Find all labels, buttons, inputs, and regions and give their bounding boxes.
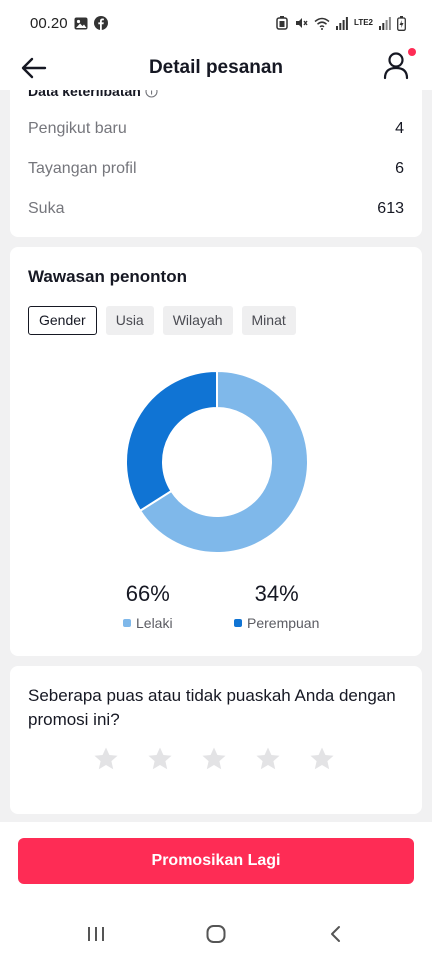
system-nav-bar (0, 912, 432, 956)
audience-card: Wawasan penonton Gender Usia Wilayah Min… (10, 247, 422, 656)
metric-label: Suka (28, 200, 65, 217)
legend-female: 34% Perempuan (234, 581, 319, 631)
star-rating (93, 746, 335, 772)
status-left: 00.20 (30, 15, 108, 32)
mute-icon (296, 18, 308, 28)
status-time: 00.20 (30, 14, 68, 32)
engagement-title: Data keterlibatan (28, 90, 141, 99)
profile-button[interactable] (382, 48, 416, 84)
tab-wilayah[interactable]: Wilayah (162, 306, 233, 335)
rating-question: Seberapa puas atau tidak puaskah Anda de… (28, 686, 396, 729)
bottom-area: Promosikan Lagi (0, 822, 432, 960)
battery-icon (397, 15, 406, 31)
female-label: Perempuan (247, 615, 320, 631)
status-right: LTE2 (276, 15, 406, 31)
recent-apps-icon[interactable] (86, 922, 106, 946)
male-legend-key: Lelaki (123, 615, 173, 631)
metric-label: Pengikut baru (28, 120, 127, 137)
signal-icon-2 (379, 16, 391, 30)
star-icon[interactable] (309, 746, 335, 772)
back-arrow-icon[interactable] (18, 52, 50, 84)
star-icon[interactable] (93, 746, 119, 772)
male-label: Lelaki (136, 615, 173, 631)
gender-donut-chart (125, 370, 309, 554)
tab-usia[interactable]: Usia (105, 306, 154, 335)
signal-icon (336, 16, 348, 30)
network-label: LTE2 (354, 18, 373, 27)
male-swatch (123, 619, 131, 627)
metric-value: 4 (395, 120, 404, 137)
audience-title: Wawasan penonton (28, 267, 187, 286)
tab-gender[interactable]: Gender (28, 306, 97, 335)
home-icon[interactable] (204, 922, 228, 946)
engagement-header: Data keterlibatan (28, 90, 158, 99)
donut-slice-perempuan (125, 370, 218, 513)
rating-card: Seberapa puas atau tidak puaskah Anda de… (10, 666, 422, 814)
promote-again-button[interactable]: Promosikan Lagi (18, 838, 414, 884)
nav-back-icon[interactable] (326, 922, 346, 946)
metric-row: Pengikut baru 4 (28, 120, 404, 138)
wifi-icon (314, 17, 330, 30)
notification-dot (408, 48, 416, 56)
legend-male: 66% Lelaki (123, 581, 173, 631)
female-percent: 34% (254, 581, 299, 606)
star-icon[interactable] (255, 746, 281, 772)
info-icon[interactable] (145, 90, 158, 98)
page-title: Detail pesanan (148, 57, 284, 78)
metric-label: Tayangan profil (28, 160, 137, 177)
metric-value: 613 (377, 200, 404, 217)
gallery-icon (74, 17, 88, 29)
status-bar: 00.20 LTE2 (0, 0, 432, 46)
battery-saver-icon (276, 16, 288, 30)
metric-row: Tayangan profil 6 (28, 160, 404, 178)
tab-minat[interactable]: Minat (241, 306, 296, 335)
facebook-icon (93, 16, 108, 30)
male-percent: 66% (125, 581, 170, 606)
metric-value: 6 (395, 160, 404, 177)
header: Detail pesanan (0, 46, 432, 90)
female-swatch (234, 619, 242, 627)
audience-tabs: Gender Usia Wilayah Minat (28, 306, 296, 335)
female-legend-key: Perempuan (234, 615, 319, 631)
star-icon[interactable] (201, 746, 227, 772)
metric-row: Suka 613 (28, 200, 404, 218)
engagement-card: Data keterlibatan Pengikut baru 4 Tayang… (10, 90, 422, 237)
star-icon[interactable] (147, 746, 173, 772)
